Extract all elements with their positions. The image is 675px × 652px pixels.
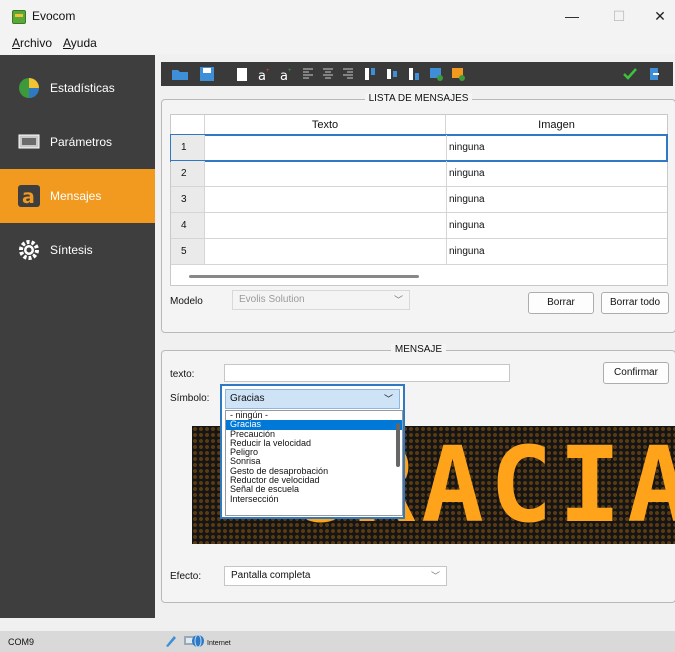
modelo-select: Evolis Solution ﹀ <box>232 290 410 310</box>
blank-icon[interactable] <box>235 66 249 82</box>
table-row[interactable]: 5 ninguna <box>171 239 667 265</box>
chevron-down-icon: ﹀ <box>430 571 440 581</box>
efecto-label: Efecto: <box>170 571 202 582</box>
chevron-down-icon: ﹀ <box>393 295 403 305</box>
sidebar-item-label: Síntesis <box>50 243 93 257</box>
dropdown-option[interactable]: Intersección <box>226 494 402 504</box>
row-imagen[interactable]: ninguna <box>446 187 667 212</box>
sidebar: Estadísticas Parámetros a Mensajes Sínte… <box>0 55 155 618</box>
column-header-imagen[interactable]: Imagen <box>446 115 667 135</box>
row-imagen[interactable]: ninguna <box>446 213 667 238</box>
window-title: Evocom <box>32 9 76 23</box>
globe-icon <box>192 634 204 648</box>
sidebar-item-parametros[interactable]: Parámetros <box>0 115 155 169</box>
lista-mensajes-group: LISTA DE MENSAJES Texto Imagen 1 ninguna… <box>161 93 675 333</box>
port-status: COM9 <box>8 637 35 647</box>
internet-label: Internet <box>207 640 231 647</box>
svg-text:a: a <box>258 69 266 82</box>
simbolo-options-list: - ningún - Gracias Precaución Reducir la… <box>225 410 403 516</box>
image-edit-icon[interactable] <box>451 66 465 82</box>
confirm-icon[interactable] <box>623 66 637 82</box>
efecto-select[interactable]: Pantalla completa ﹀ <box>224 566 447 586</box>
lista-mensajes-title: LISTA DE MENSAJES <box>364 93 473 104</box>
table-row[interactable]: 3 ninguna <box>171 187 667 213</box>
row-imagen[interactable]: ninguna <box>446 239 667 264</box>
chevron-down-icon: ﹀ <box>383 394 393 404</box>
svg-text:+: + <box>288 68 292 74</box>
minimize-button[interactable]: — <box>557 6 587 26</box>
gear-icon <box>19 240 39 260</box>
texto-label: texto: <box>170 369 195 380</box>
menu-ayuda[interactable]: Ayuda <box>63 36 97 50</box>
row-imagen[interactable]: ninguna <box>446 161 667 186</box>
align-left-icon[interactable] <box>301 66 315 82</box>
row-imagen[interactable]: ninguna <box>446 135 667 160</box>
dropdown-scrollbar[interactable] <box>396 423 400 467</box>
column-header-texto[interactable]: Texto <box>205 115 446 135</box>
table-row[interactable]: 1 ninguna <box>170 134 668 162</box>
svg-text:a: a <box>22 186 35 207</box>
status-bar: COM9 Internet <box>0 631 675 652</box>
save-icon[interactable] <box>199 66 215 82</box>
letter-a-icon: a <box>18 185 40 207</box>
row-number: 2 <box>171 161 205 186</box>
borrar-button[interactable]: Borrar <box>528 292 594 314</box>
menu-archivo[interactable]: Archivo <box>12 36 52 50</box>
simbolo-label: Símbolo: <box>170 393 210 404</box>
toolbar: a + a + <box>161 62 673 86</box>
svg-text:+: + <box>266 68 270 74</box>
sidebar-item-label: Parámetros <box>50 135 113 149</box>
text-large-icon[interactable]: a + <box>279 66 293 82</box>
texto-input[interactable] <box>224 364 510 382</box>
sidebar-item-estadisticas[interactable]: Estadísticas <box>0 61 155 115</box>
efecto-value: Pantalla completa <box>231 570 311 581</box>
exit-icon[interactable] <box>647 66 661 82</box>
align-middle-icon[interactable] <box>385 66 399 82</box>
row-number: 5 <box>171 239 205 264</box>
maximize-button[interactable]: ☐ <box>604 6 634 26</box>
align-center-icon[interactable] <box>321 66 335 82</box>
sidebar-item-mensajes[interactable]: a Mensajes <box>0 169 155 223</box>
row-number: 1 <box>171 135 205 160</box>
simbolo-select[interactable]: Gracias ﹀ - ningún - Gracias Precaución … <box>220 384 405 519</box>
mensaje-title: MENSAJE <box>390 344 447 355</box>
table-row[interactable]: 2 ninguna <box>171 161 667 187</box>
svg-text:a: a <box>280 69 288 82</box>
text-small-icon[interactable]: a + <box>257 66 271 82</box>
app-icon <box>12 10 26 24</box>
close-button[interactable]: ✕ <box>645 6 675 26</box>
align-top-icon[interactable] <box>363 66 377 82</box>
simbolo-select-head[interactable]: Gracias ﹀ <box>225 389 400 409</box>
open-folder-icon[interactable] <box>171 66 189 82</box>
menu-bar: Archivo Ayuda <box>0 32 675 54</box>
pencil-icon <box>166 636 176 647</box>
sidebar-item-sintesis[interactable]: Síntesis <box>0 223 155 277</box>
modelo-label: Modelo <box>170 296 203 307</box>
messages-table: Texto Imagen 1 ninguna 2 ninguna 3 ningu… <box>170 114 668 286</box>
title-bar: Evocom — ☐ ✕ <box>0 0 675 32</box>
pie-chart-icon <box>19 78 39 98</box>
row-number: 3 <box>171 187 205 212</box>
horizontal-scrollbar[interactable] <box>189 275 419 278</box>
table-corner <box>171 115 205 135</box>
align-right-icon[interactable] <box>341 66 355 82</box>
modelo-value: Evolis Solution <box>239 294 305 305</box>
confirmar-button[interactable]: Confirmar <box>603 362 669 384</box>
image-add-icon[interactable] <box>429 66 443 82</box>
sidebar-item-label: Estadísticas <box>50 81 115 95</box>
row-number: 4 <box>171 213 205 238</box>
sidebar-item-label: Mensajes <box>50 189 102 203</box>
chip-icon <box>18 134 40 149</box>
borrar-todo-button[interactable]: Borrar todo <box>601 292 669 314</box>
align-bottom-icon[interactable] <box>407 66 421 82</box>
simbolo-value: Gracias <box>230 393 265 404</box>
table-row[interactable]: 4 ninguna <box>171 213 667 239</box>
